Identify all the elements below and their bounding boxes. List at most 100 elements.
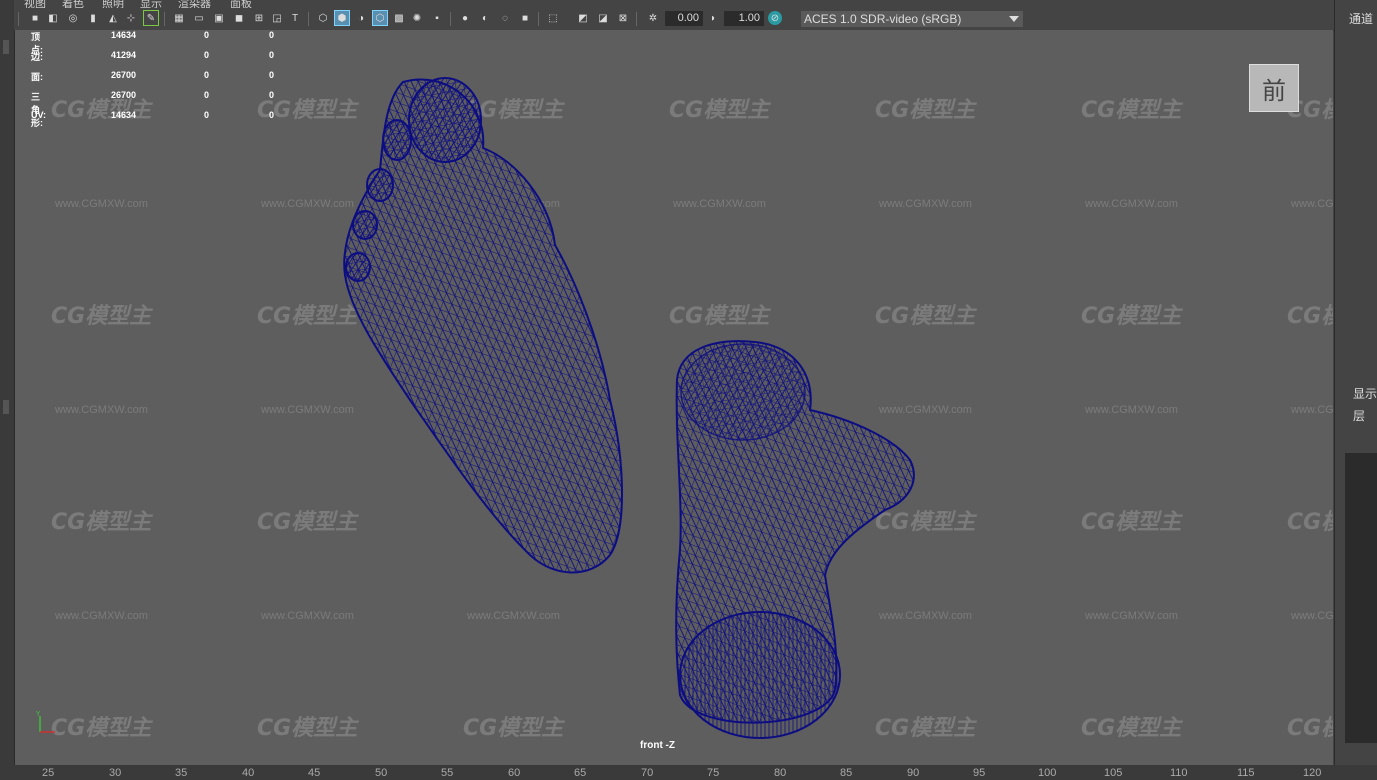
layer-list[interactable]: [1345, 453, 1377, 743]
menu-panels[interactable]: 面板: [230, 0, 252, 8]
color-management-icon[interactable]: ⊘: [768, 11, 782, 25]
hud-value: 41294: [111, 50, 137, 60]
grid-icon[interactable]: ▦: [172, 11, 186, 25]
ruler-tick: 65: [574, 767, 587, 779]
safe-title-icon[interactable]: T: [288, 11, 302, 25]
depth-of-field-icon[interactable]: ■: [518, 11, 532, 25]
ruler-tick: 60: [508, 767, 521, 779]
hud-label: UV:: [31, 110, 47, 120]
menu-show[interactable]: 显示: [140, 0, 162, 8]
left-foot-sole[interactable]: [343, 77, 623, 574]
grease-pencil-icon[interactable]: ✎: [143, 10, 159, 26]
ruler-tick: 85: [840, 767, 853, 779]
left-toolbox: [0, 0, 15, 765]
hud-value: 0: [269, 30, 275, 40]
exposure-icon[interactable]: ✲: [646, 11, 660, 25]
gamma-field[interactable]: 1.00: [724, 11, 764, 26]
hud-value: 26700: [111, 90, 137, 100]
ruler-tick: 40: [242, 767, 255, 779]
ruler-tick: 75: [707, 767, 720, 779]
hud-value: 0: [204, 30, 210, 40]
time-slider-ruler[interactable]: 25 30 35 40 45 50 55 60 65 70 75 80 85 9…: [0, 765, 1377, 780]
menu-lighting[interactable]: 照明: [102, 0, 124, 8]
smooth-shade-icon[interactable]: ⬢: [334, 10, 350, 26]
panel-toolbar: ■ ◧ ◎ ▮ ◭ ⊹ ✎ ▦ ▭ ▣ ◼ ⊞ ◲ T ⬡ ⬢ ◑ ⬡ ▩ ✺ …: [14, 8, 1334, 31]
xray-joints-icon[interactable]: ◪: [596, 11, 610, 25]
3d-viewport[interactable]: CG模型主 CG模型主 CG模型主 CG模型主 CG模型主 CG模型主 CG模型…: [15, 30, 1333, 765]
toolbar-separator: [538, 12, 539, 26]
hud-value: 14634: [111, 110, 137, 120]
hud-value: 0: [204, 70, 210, 80]
resolution-gate-icon[interactable]: ▣: [212, 11, 226, 25]
hud-value: 14634: [111, 30, 137, 40]
color-management-value: ACES 1.0 SDR-video (sRGB): [804, 12, 962, 26]
ruler-tick: 95: [973, 767, 986, 779]
hud-value: 0: [269, 70, 275, 80]
hud-label: 面:: [31, 72, 43, 82]
toolbar-separator: [18, 12, 19, 26]
toolbox-handle[interactable]: [3, 40, 9, 54]
ruler-tick: 105: [1104, 767, 1123, 779]
toolbar-separator: [450, 12, 451, 26]
safe-action-icon[interactable]: ◲: [270, 11, 284, 25]
backface-culling-icon[interactable]: ⊠: [616, 11, 630, 25]
exposure-field[interactable]: 0.00: [665, 11, 703, 26]
channel-box-tab[interactable]: 通道: [1349, 10, 1373, 27]
hud-value: 26700: [111, 70, 137, 80]
ruler-tick: 55: [441, 767, 454, 779]
motion-blur-icon[interactable]: ◐: [478, 11, 492, 25]
bookmark-camera-icon[interactable]: ◎: [66, 11, 80, 25]
default-material-icon[interactable]: ◑: [354, 11, 368, 25]
toolbox-handle-2[interactable]: [3, 400, 9, 414]
svg-text:Y: Y: [35, 710, 41, 718]
lights-icon[interactable]: ✺: [410, 11, 424, 25]
menu-view[interactable]: 视图: [24, 0, 46, 8]
ambient-occlusion-icon[interactable]: ●: [458, 11, 472, 25]
wireframe-on-shaded-icon[interactable]: ⬡: [372, 10, 388, 26]
ruler-tick: 100: [1038, 767, 1057, 779]
toolbar-separator: [308, 12, 309, 26]
color-management-select[interactable]: ACES 1.0 SDR-video (sRGB): [801, 11, 1023, 27]
bookmark-icon[interactable]: ▮: [86, 11, 100, 25]
shadows-icon[interactable]: ▪: [430, 11, 444, 25]
textured-icon[interactable]: ▩: [392, 11, 406, 25]
hud-value: 0: [269, 90, 275, 100]
ruler-tick: 25: [42, 767, 55, 779]
menu-shading[interactable]: 着色: [62, 0, 84, 8]
ruler-tick: 115: [1237, 767, 1255, 779]
hud-value: 0: [269, 50, 275, 60]
wireframe-icon[interactable]: ⬡: [316, 11, 330, 25]
hud-value: 0: [204, 50, 210, 60]
camera-attributes-icon[interactable]: ◧: [46, 11, 60, 25]
gamma-icon[interactable]: ◗: [706, 11, 720, 25]
view-cube-face-label: 前: [1262, 76, 1286, 105]
field-chart-icon[interactable]: ⊞: [252, 11, 266, 25]
film-gate-icon[interactable]: ▭: [192, 11, 206, 25]
camera-icon[interactable]: ■: [28, 11, 42, 25]
ruler-tick: 120: [1303, 767, 1322, 779]
right-foot-heel[interactable]: [675, 340, 915, 739]
layer-tab[interactable]: 层: [1353, 407, 1365, 424]
chevron-down-icon: [1009, 16, 1019, 22]
ruler-tick: 50: [375, 767, 388, 779]
isolate-select-icon[interactable]: ⬚: [546, 11, 560, 25]
hud-value: 0: [204, 90, 210, 100]
display-tab[interactable]: 显示: [1353, 385, 1377, 402]
toolbar-separator: [164, 12, 165, 26]
ruler-tick: 90: [907, 767, 920, 779]
panel-menubar: 视图 着色 照明 显示 渲染器 面板: [14, 0, 1334, 8]
ruler-tick: 80: [774, 767, 787, 779]
ruler-tick: 70: [641, 767, 654, 779]
anti-aliasing-icon[interactable]: ◌: [498, 11, 512, 25]
toolbar-separator: [636, 12, 637, 26]
2d-pan-zoom-icon[interactable]: ⊹: [124, 11, 138, 25]
camera-name-label: front -Z: [640, 740, 675, 751]
menu-renderer[interactable]: 渲染器: [178, 0, 211, 8]
ruler-tick: 30: [109, 767, 122, 779]
xray-icon[interactable]: ◩: [576, 11, 590, 25]
hud-value: 0: [269, 110, 275, 120]
view-cube[interactable]: 前: [1249, 64, 1299, 112]
image-plane-icon[interactable]: ◭: [106, 11, 120, 25]
gate-mask-icon[interactable]: ◼: [232, 11, 246, 25]
foot-models[interactable]: [15, 30, 1333, 765]
